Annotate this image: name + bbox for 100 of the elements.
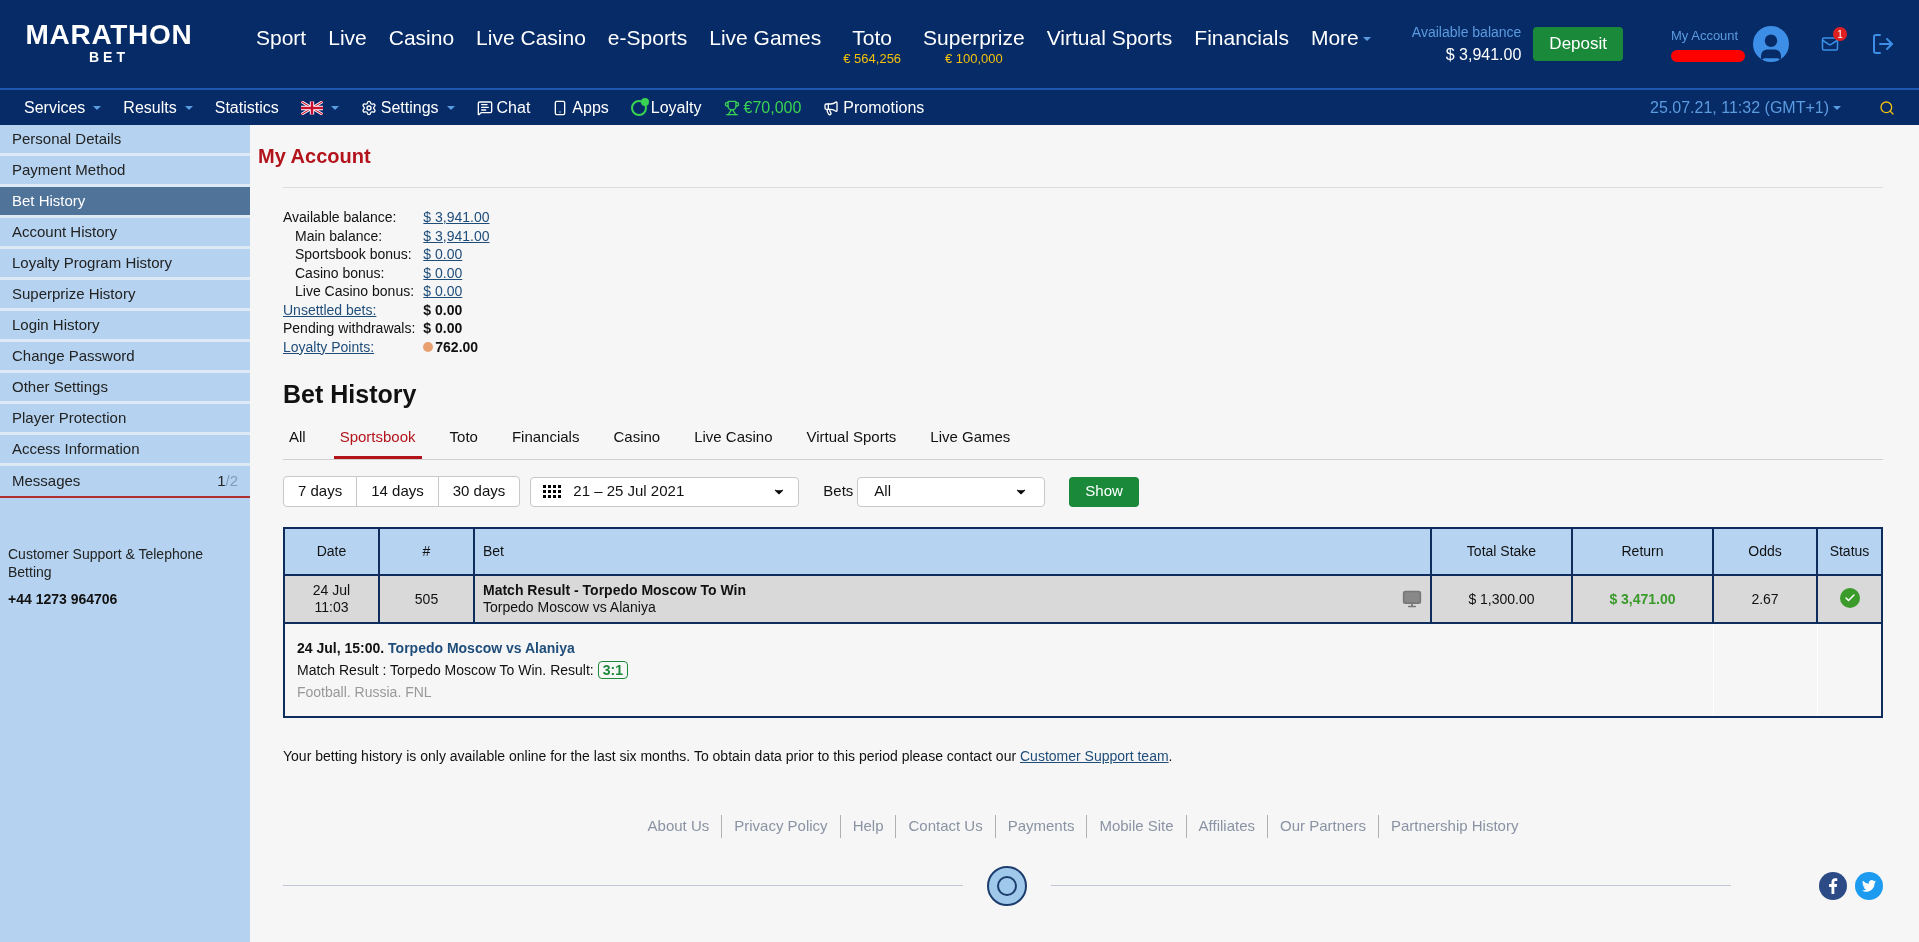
sidebar-item[interactable]: Personal Details [0,125,250,156]
balance-amount: $ 3,941.00 [1445,44,1522,65]
period-button[interactable]: 14 days [356,477,438,506]
balance-label: Sportsbook bonus: [294,245,413,264]
balance-label: Pending withdrawals: [283,319,416,338]
subnav-link[interactable]: Promotions [823,95,925,120]
caret-icon [93,105,102,110]
event-link[interactable]: Torpedo Moscow vs Alaniya [388,640,575,656]
event-heading: 24 Jul, 15:00. Torpedo Moscow vs Alaniya [297,639,576,658]
nav-link[interactable]: Live Games [709,24,822,51]
monitor-icon[interactable] [1402,589,1422,609]
club-crest-icon [987,865,1027,906]
balance-value-link[interactable]: $ 3,941.00 [423,208,490,227]
table-cell: 24 Jul 11:03 [284,575,379,623]
sidebar-item[interactable]: Account History [0,218,250,249]
balance-link[interactable]: Unsettled bets: [283,300,416,319]
tab[interactable]: Financials [505,425,586,459]
nav-link[interactable]: Live Casino [476,24,586,51]
account-link[interactable]: My Account [1671,26,1739,46]
nav-link[interactable]: Financials [1194,24,1289,51]
sidebar-item[interactable]: Change Password [0,342,250,373]
logout-icon[interactable] [1871,32,1895,56]
nav-link[interactable]: Superprize € 100,000 [923,24,1025,68]
bet-event: Torpedo Moscow vs Alaniya [483,599,657,617]
balance-value-link[interactable]: $ 0.00 [423,263,463,282]
chat-icon [476,99,493,116]
subnav-link[interactable]: Chat [476,95,531,120]
date-range-picker[interactable]: 21 – 25 Jul 2021 [530,476,800,507]
history-notice: Your betting history is only available online for the last six months. To obtain data prior to this period please contact our Customer Support team. [283,747,1174,766]
settings-icon [360,99,377,116]
balance-label: Live Casino bonus: [294,282,416,301]
coin-icon [423,341,434,352]
support-text: Customer Support & Telephone Betting [7,546,205,581]
caret-icon [184,105,193,110]
subnav-link[interactable]: Settings [360,95,455,120]
subnav-link[interactable]: Loyalty [630,95,702,120]
sidebar-item[interactable]: Messages 1/2 [0,466,250,498]
loyalty-icon [630,99,647,116]
sidebar-item[interactable]: Access Information [0,435,250,466]
tab[interactable]: Toto [443,425,484,459]
tab[interactable]: Live Casino [688,425,779,459]
avatar-icon[interactable] [1753,26,1789,62]
section-title: Bet History [283,379,418,410]
subnav-link[interactable]: €70,000 [723,95,802,120]
nav-link[interactable]: More [1310,24,1371,51]
nav-link[interactable]: Sport [256,24,307,51]
column-header: Bet [474,528,1431,575]
nav-link[interactable]: Virtual Sports [1046,24,1173,51]
balance-value: $ 0.00 [423,300,463,319]
nav-link[interactable]: Casino [388,24,455,51]
sidebar-item[interactable]: Loyalty Program History [0,249,250,280]
subnav-link[interactable]: Statistics [214,95,279,120]
nav-link[interactable]: Live [328,24,367,51]
brand-logo[interactable]: MARATHON BET [24,21,194,67]
twitter-icon[interactable] [1855,871,1883,900]
datetime-selector[interactable]: 25.07.21, 11:32 (GMT+1) [1650,95,1841,120]
calendar-icon [543,485,562,498]
sidebar-item[interactable]: Bet History [0,187,250,218]
tab[interactable]: Casino [607,425,667,459]
subnav-link[interactable]: Apps [552,95,609,120]
sidebar-item[interactable]: Login History [0,311,250,342]
flag-icon [300,100,323,115]
subnav-link[interactable]: Services [24,95,102,120]
tab[interactable]: Sportsbook [333,425,422,459]
subnav-link[interactable] [300,100,339,115]
page-title: My Account [258,144,372,169]
table-cell: $ 1,300.00 [1431,575,1572,623]
tab[interactable]: All [283,425,312,459]
market-result-text: Match Result : Torpedo Moscow To Win. Result: [297,661,594,680]
balance-value-link[interactable]: $ 0.00 [423,282,463,301]
caret-icon [446,105,455,110]
table-cell: 505 [379,575,474,623]
period-button[interactable]: 7 days [284,477,357,506]
sidebar-item[interactable]: Player Protection [0,404,250,435]
deposit-button[interactable]: Deposit [1533,27,1623,61]
nav-link[interactable]: e-Sports [607,24,688,51]
bet-market: Match Result - Torpedo Moscow To Win [483,581,746,599]
search-icon[interactable] [1879,99,1895,116]
facebook-icon[interactable] [1819,871,1847,900]
balance-value: $ 0.00 [423,319,463,338]
period-button[interactable]: 30 days [437,477,520,506]
support-link[interactable]: Customer Support team [1020,748,1169,764]
bets-filter-dropdown[interactable]: All [857,476,1046,507]
balance-value: 762.00 [435,337,479,356]
nav-link[interactable]: Toto € 564,256 [843,24,902,68]
balance-value-link[interactable]: $ 0.00 [423,245,463,264]
balance-value-link[interactable]: $ 3,941.00 [423,226,490,245]
sidebar-item[interactable]: Superprize History [0,280,250,311]
balance-label: Available balance: [283,208,398,227]
sidebar-item[interactable]: Other Settings [0,373,250,404]
filter-label: Bets [823,481,854,502]
score-badge: 3:1 [597,661,628,679]
show-button[interactable]: Show [1069,476,1139,507]
trophy-icon [723,99,740,116]
balance-link[interactable]: Loyalty Points: [283,337,416,356]
caret-icon [330,105,339,110]
tab[interactable]: Virtual Sports [800,425,903,459]
mail-icon[interactable] [1821,35,1839,53]
tab[interactable]: Live Games [924,425,1017,459]
subnav-link[interactable]: Results [123,95,193,120]
